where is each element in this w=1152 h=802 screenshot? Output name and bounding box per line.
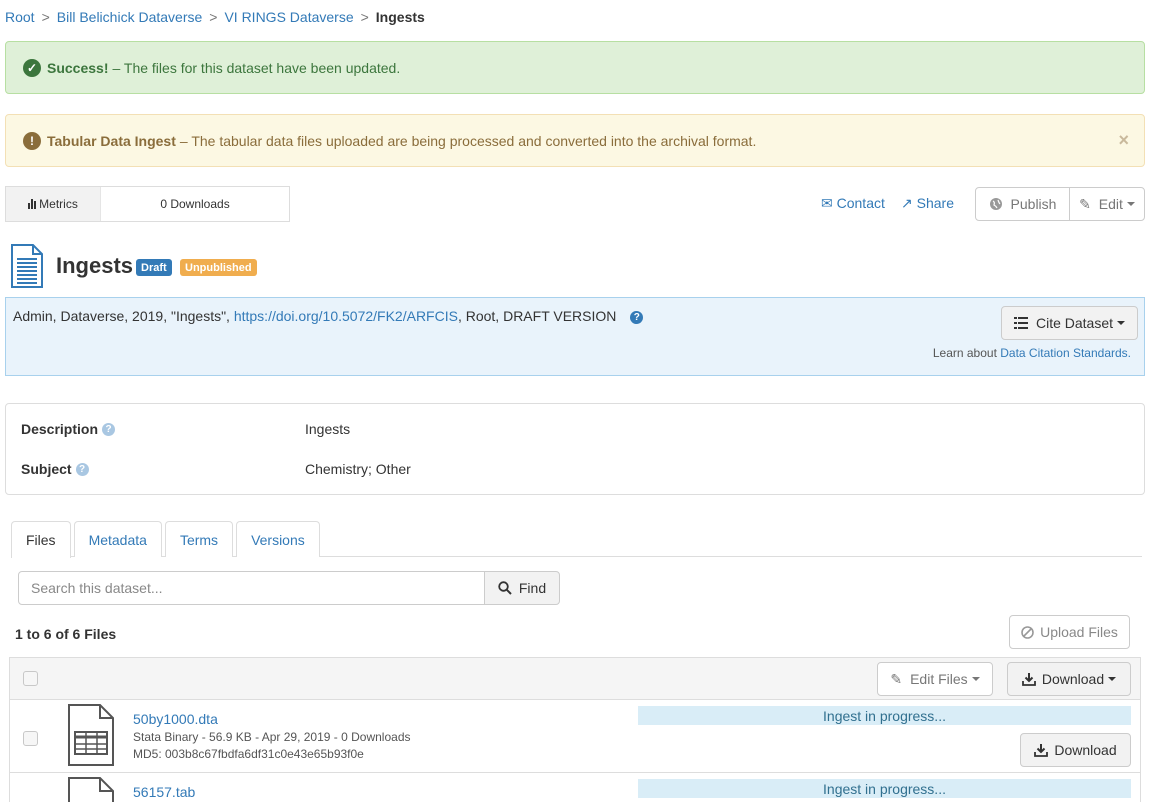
file-count: 1 to 6 of 6 Files — [15, 626, 117, 642]
search-icon — [498, 581, 512, 595]
cite-dataset-label: Cite Dataset — [1035, 315, 1114, 331]
upload-files-label: Upload Files — [1040, 624, 1118, 640]
breadcrumb-vi-rings-dataverse[interactable]: VI RINGS Dataverse — [224, 9, 353, 25]
caret-down-icon — [971, 677, 980, 681]
download-all-button[interactable]: Download — [1007, 662, 1131, 696]
ingest-status: Ingest in progress... — [638, 706, 1131, 725]
edit-dataset-button[interactable]: ✎ Edit — [1069, 187, 1145, 221]
share-label: Share — [916, 195, 954, 211]
breadcrumb: Root > Bill Belichick Dataverse > VI RIN… — [5, 9, 425, 25]
file-name-link[interactable]: 50by1000.dta — [133, 711, 218, 727]
ban-icon — [1021, 625, 1034, 639]
metrics-box: Metrics 0 Downloads — [5, 186, 290, 222]
edit-label: Edit — [1098, 196, 1123, 212]
bar-chart-icon — [28, 199, 37, 209]
breadcrumb-separator: > — [360, 9, 369, 25]
find-button[interactable]: Find — [484, 571, 560, 605]
tabular-file-icon — [68, 777, 114, 802]
ingest-alert-text: – The tabular data files uploaded are be… — [179, 132, 757, 149]
breadcrumb-current: Ingests — [375, 9, 425, 25]
cite-dataset-button[interactable]: Cite Dataset — [1001, 306, 1138, 340]
breadcrumb-root[interactable]: Root — [5, 9, 35, 25]
ingest-alert-title: Tabular Data Ingest — [47, 132, 176, 149]
citation-doi-link[interactable]: https://doi.org/10.5072/FK2/ARFCIS — [234, 308, 458, 324]
dataset-tabs: Files Metadata Terms Versions — [11, 521, 323, 558]
breadcrumb-bill-belichick-dataverse[interactable]: Bill Belichick Dataverse — [57, 9, 203, 25]
list-icon — [1013, 317, 1028, 329]
downloads-count: 0 Downloads — [160, 197, 230, 211]
files-table-header: ✎ Edit Files Download — [9, 657, 1141, 700]
tab-terms[interactable]: Terms — [164, 521, 234, 557]
pencil-icon: ✎ — [1079, 195, 1091, 212]
envelope-icon: ✉ — [821, 195, 833, 211]
download-all-label: Download — [1041, 671, 1105, 687]
tab-files[interactable]: Files — [11, 521, 71, 558]
file-md5: MD5: 003b8c67fbdfa6df31c0e43e65b93f0e — [133, 747, 364, 761]
file-row-checkbox[interactable] — [23, 731, 38, 746]
subject-label-text: Subject — [21, 461, 72, 477]
learn-about-text: Learn about — [932, 346, 1001, 360]
share-link[interactable]: ↗ Share — [901, 195, 954, 212]
file-name-link[interactable]: 56157.tab — [133, 784, 195, 800]
file-row: 56157.tab Ingest in progress... — [9, 773, 1141, 802]
breadcrumb-separator: > — [41, 9, 50, 25]
citation-standards-note: Learn about Data Citation Standards. — [933, 346, 1131, 360]
contact-label: Contact — [836, 195, 885, 211]
ingest-status: Ingest in progress... — [638, 779, 1131, 798]
subject-value: Chemistry; Other — [305, 461, 411, 477]
description-value: Ingests — [305, 421, 351, 437]
caret-down-icon — [1126, 202, 1135, 206]
question-circle-icon[interactable]: ? — [630, 310, 644, 324]
download-icon — [1034, 744, 1049, 757]
metrics-tab[interactable]: Metrics — [6, 187, 101, 221]
success-alert: ✓ Success! – The files for this dataset … — [5, 41, 1145, 94]
download-icon — [1021, 673, 1036, 686]
citation-box: Admin, Dataverse, 2019, "Ingests", https… — [5, 297, 1145, 376]
find-label: Find — [518, 580, 547, 596]
globe-icon — [989, 198, 1002, 210]
citation-suffix: , Root, DRAFT VERSION — [457, 308, 617, 324]
draft-badge: Draft — [136, 259, 172, 276]
tabular-file-icon — [68, 704, 114, 766]
tab-versions[interactable]: Versions — [236, 521, 320, 557]
contact-link[interactable]: ✉ Contact — [821, 195, 885, 212]
success-alert-text: – The files for this dataset have been u… — [112, 59, 401, 76]
metrics-label: Metrics — [39, 197, 78, 211]
page-title: Ingests — [56, 253, 134, 278]
tab-metadata[interactable]: Metadata — [73, 521, 162, 557]
metadata-summary: Description ? Ingests Subject ? Chemistr… — [5, 403, 1145, 495]
caret-down-icon — [1108, 677, 1117, 681]
publish-button[interactable]: Publish — [975, 187, 1070, 221]
edit-files-label: Edit Files — [910, 671, 968, 687]
upload-files-button[interactable]: Upload Files — [1009, 615, 1130, 649]
caret-down-icon — [1117, 321, 1126, 325]
exclamation-circle-icon: ! — [23, 131, 41, 150]
check-circle-icon: ✓ — [23, 58, 41, 77]
question-circle-icon[interactable]: ? — [75, 462, 89, 476]
select-all-checkbox[interactable] — [23, 671, 38, 686]
citation-text: Admin, Dataverse, 2019, "Ingests", https… — [13, 308, 644, 324]
search-input[interactable] — [18, 571, 485, 605]
description-label: Description ? — [21, 421, 116, 437]
success-alert-title: Success! — [47, 59, 109, 76]
data-citation-standards-link[interactable]: Data Citation Standards. — [1000, 346, 1131, 360]
file-info: Stata Binary - 56.9 KB - Apr 29, 2019 - … — [133, 730, 411, 744]
subject-label: Subject ? — [21, 461, 89, 477]
citation-prefix: Admin, Dataverse, 2019, "Ingests", — [13, 308, 234, 324]
breadcrumb-separator: > — [209, 9, 218, 25]
dataset-document-icon — [11, 244, 43, 288]
ingest-warning-alert: ! Tabular Data Ingest – The tabular data… — [5, 114, 1145, 167]
share-icon: ↗ — [901, 195, 913, 211]
unpublished-badge: Unpublished — [180, 259, 257, 276]
pencil-icon: ✎ — [890, 670, 903, 687]
file-row: 50by1000.dta Stata Binary - 56.9 KB - Ap… — [9, 700, 1141, 773]
publish-label: Publish — [1010, 196, 1057, 212]
question-circle-icon[interactable]: ? — [102, 422, 116, 436]
edit-files-button[interactable]: ✎ Edit Files — [877, 662, 993, 696]
close-icon[interactable]: × — [1118, 130, 1129, 151]
description-label-text: Description — [21, 421, 99, 437]
file-download-button[interactable]: Download — [1020, 733, 1131, 767]
file-download-label: Download — [1054, 742, 1117, 758]
